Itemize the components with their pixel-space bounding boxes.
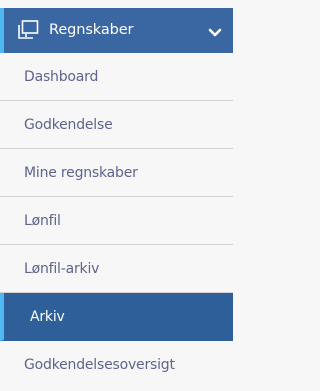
sidebar-item-godkendelsesoversigt[interactable]: Godkendelsesoversigt (0, 341, 233, 389)
section-title: Regnskaber (49, 22, 134, 38)
sidebar-item-lonfil[interactable]: Lønfil (0, 197, 233, 245)
sidebar-item-lonfil-arkiv[interactable]: Lønfil-arkiv (0, 245, 233, 293)
section-menu: Dashboard Godkendelse Mine regnskaber Lø… (0, 53, 233, 389)
sidebar-item-mine-regnskaber[interactable]: Mine regnskaber (0, 149, 233, 197)
sidebar-item-label: Lønfil (24, 213, 61, 229)
sidebar-item-label: Dashboard (24, 69, 99, 85)
sidebar-nav: Regnskaber Dashboard Godkendelse Mine re… (0, 0, 233, 391)
sidebar-item-label: Mine regnskaber (24, 165, 138, 181)
section-header-regnskaber[interactable]: Regnskaber (0, 8, 233, 53)
chevron-down-icon[interactable] (208, 24, 222, 37)
sidebar-item-label: Godkendelse (24, 117, 113, 133)
sidebar-item-godkendelse[interactable]: Godkendelse (0, 101, 233, 149)
sidebar-item-dashboard[interactable]: Dashboard (0, 53, 233, 101)
copy-documents-icon (17, 20, 39, 40)
sidebar-item-arkiv[interactable]: Arkiv (0, 293, 233, 341)
sidebar-item-label: Lønfil-arkiv (24, 261, 100, 277)
sidebar-item-label: Godkendelsesoversigt (24, 357, 175, 373)
sidebar-item-label: Arkiv (30, 309, 65, 325)
